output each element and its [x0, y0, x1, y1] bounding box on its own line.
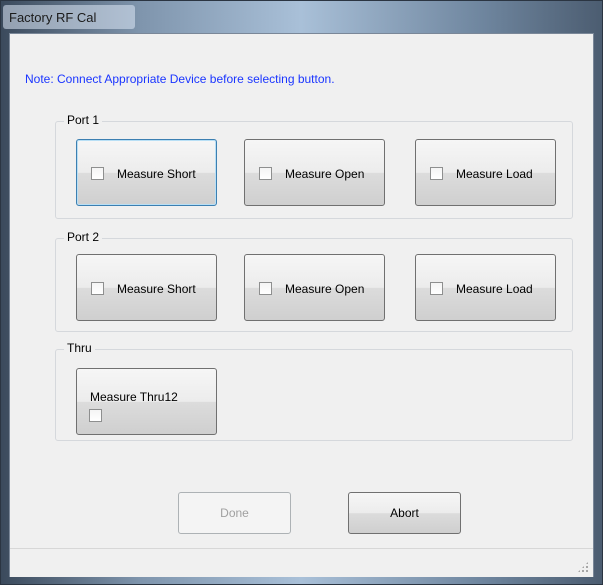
dialog-window: Factory RF Cal Note: Connect Appropriate…	[0, 0, 603, 585]
port1-group-label: Port 1	[64, 113, 103, 127]
port2-measure-open-button[interactable]: Measure Open	[244, 254, 385, 321]
port1-measure-load-button[interactable]: Measure Load	[415, 139, 556, 206]
status-bar	[10, 548, 593, 577]
port2-group-label: Port 2	[64, 230, 103, 244]
button-label: Measure Open	[285, 167, 365, 181]
thru12-checkbox[interactable]	[89, 409, 102, 422]
port2-open-checkbox[interactable]	[259, 282, 272, 295]
dialog-client-area: Note: Connect Appropriate Device before …	[9, 33, 594, 577]
button-label: Measure Load	[456, 167, 533, 181]
port2-measure-load-button[interactable]: Measure Load	[415, 254, 556, 321]
window-title: Factory RF Cal	[9, 10, 97, 25]
measure-thru12-button[interactable]: Measure Thru12	[76, 368, 217, 435]
port1-load-checkbox[interactable]	[430, 167, 443, 180]
port2-short-checkbox[interactable]	[91, 282, 104, 295]
port1-open-checkbox[interactable]	[259, 167, 272, 180]
port1-measure-short-button[interactable]: Measure Short	[76, 139, 217, 206]
port2-load-checkbox[interactable]	[430, 282, 443, 295]
resize-grip-icon[interactable]	[577, 561, 589, 573]
abort-button[interactable]: Abort	[348, 492, 461, 534]
port1-measure-open-button[interactable]: Measure Open	[244, 139, 385, 206]
done-button[interactable]: Done	[178, 492, 291, 534]
button-label: Measure Load	[456, 282, 533, 296]
button-label: Measure Short	[117, 167, 196, 181]
title-bar[interactable]: Factory RF Cal	[1, 1, 602, 33]
button-label: Measure Short	[117, 282, 196, 296]
thru-group-label: Thru	[64, 341, 95, 355]
port2-measure-short-button[interactable]: Measure Short	[76, 254, 217, 321]
instruction-note: Note: Connect Appropriate Device before …	[25, 72, 335, 86]
port1-short-checkbox[interactable]	[91, 167, 104, 180]
button-label: Measure Thru12	[90, 390, 178, 404]
button-label: Measure Open	[285, 282, 365, 296]
